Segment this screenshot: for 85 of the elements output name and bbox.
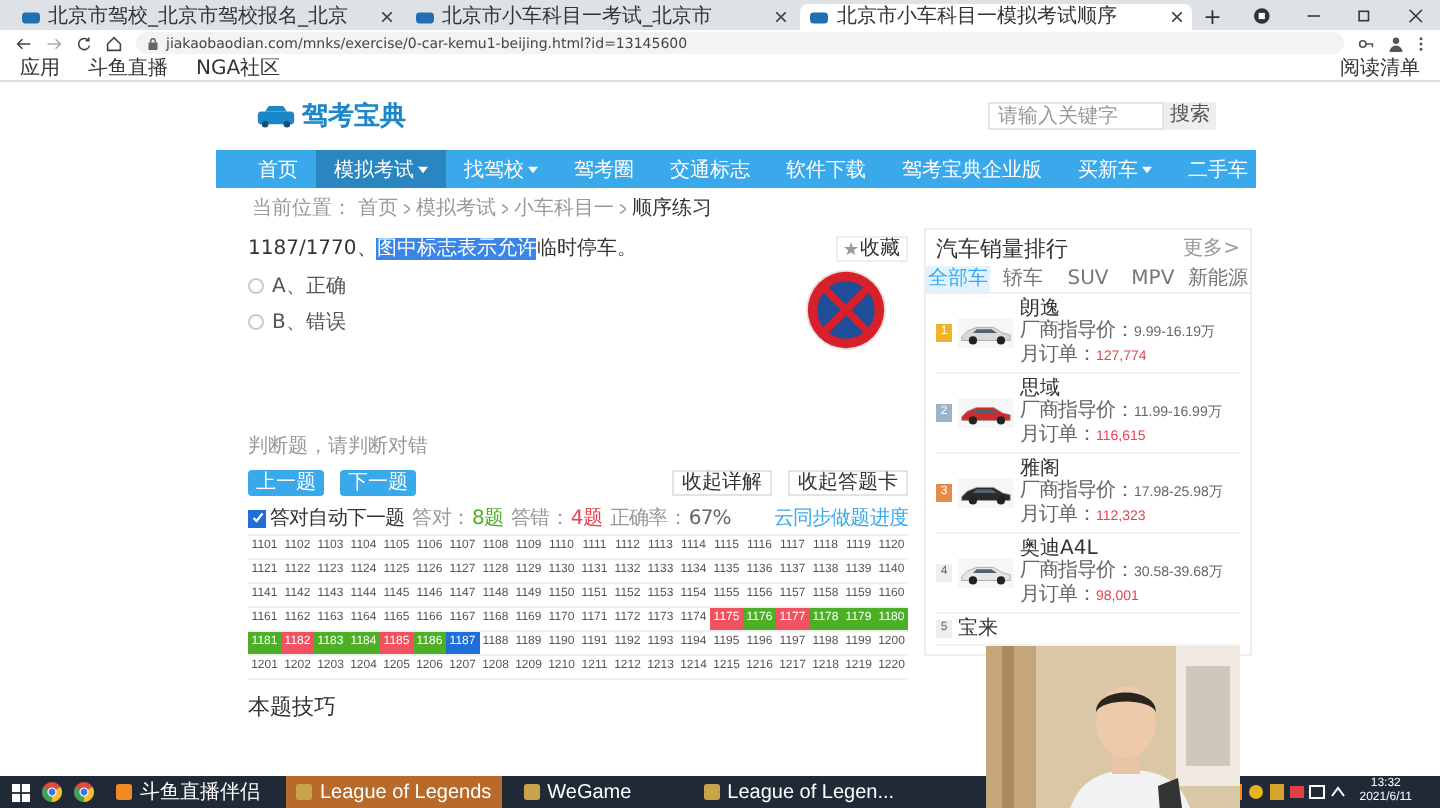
price-label: 厂商指导价：	[1020, 320, 1134, 342]
checkbox[interactable]	[248, 509, 266, 527]
caret-icon	[1142, 165, 1152, 173]
lock-icon	[148, 37, 158, 49]
app-icon	[523, 784, 540, 800]
account-icon[interactable]	[1388, 35, 1404, 51]
car-logo-icon	[256, 105, 296, 127]
caret-icon	[528, 165, 538, 173]
key-icon[interactable]	[1358, 35, 1374, 51]
app-icon	[703, 784, 720, 800]
search-button[interactable]: 搜索	[1164, 102, 1216, 130]
browser-tab[interactable]: 北京市小车科目一考试_北京市	[406, 4, 797, 30]
nav-item[interactable]: 模拟考试	[316, 150, 446, 188]
star-icon	[844, 241, 858, 255]
car-name[interactable]: 宝来	[958, 618, 998, 640]
price-label: 厂商指导价：	[1020, 560, 1134, 582]
stat-label: 答对：	[412, 505, 471, 532]
site-icon	[416, 11, 435, 23]
caret-icon	[418, 165, 428, 173]
menu-icon[interactable]	[1418, 35, 1424, 51]
maximize-icon[interactable]	[1356, 8, 1373, 24]
auto-next-label[interactable]: 答对自动下一题	[270, 504, 405, 532]
car-name[interactable]: 奥迪A4L	[1020, 538, 1223, 560]
car-name[interactable]: 朗逸	[1020, 298, 1215, 320]
radio-button[interactable]	[248, 278, 264, 294]
close-icon[interactable]	[1171, 12, 1182, 22]
panel-title: 汽车销量排行	[936, 233, 1068, 263]
orders-label: 月订单：	[1020, 504, 1096, 526]
taskbar-button[interactable]: League of Legen...	[693, 776, 905, 808]
chevron-icon	[404, 203, 410, 213]
home-icon[interactable]	[106, 35, 122, 51]
favorite-button[interactable]: 收藏	[836, 235, 908, 261]
browser-tab[interactable]: 北京市小车科目一模拟考试顺序	[800, 4, 1192, 30]
option-label[interactable]: A、正确	[272, 272, 346, 300]
bookmark-link[interactable]: 应用	[20, 57, 60, 79]
close-icon[interactable]	[1408, 8, 1425, 24]
right-count: 8题	[472, 506, 504, 532]
close-icon[interactable]	[776, 12, 787, 22]
bookmark-link[interactable]: 斗鱼直播	[88, 57, 168, 79]
category-tab[interactable]: 轿车	[990, 266, 1056, 292]
site-logo[interactable]: 驾考宝典	[302, 98, 406, 134]
site-icon	[810, 11, 829, 23]
bookmark-link[interactable]: NGA社区	[196, 57, 281, 79]
car-name[interactable]: 思域	[1020, 378, 1222, 400]
site-icon	[22, 11, 40, 23]
accuracy-value: 67%	[688, 507, 731, 529]
price-label: 厂商指导价：	[1020, 480, 1134, 502]
option-label[interactable]: B、错误	[272, 308, 346, 336]
category-tab[interactable]: SUV	[1055, 266, 1121, 292]
collapse-answer-card-button[interactable]: 收起答题卡	[788, 469, 908, 495]
close-icon[interactable]	[382, 12, 393, 22]
breadcrumb-link[interactable]: 顺序练习	[632, 194, 712, 222]
orders-label: 月订单：	[1020, 584, 1096, 606]
browser-tab[interactable]: 北京市驾校_北京市驾校报名_北京	[12, 4, 403, 30]
app-icon	[296, 784, 312, 800]
category-tab[interactable]: MPV	[1120, 266, 1186, 292]
chevron-icon	[502, 203, 508, 213]
stat-label: 答错：	[511, 506, 569, 532]
windows-start-icon[interactable]	[12, 783, 30, 801]
stat-label: 正确率：	[609, 505, 687, 532]
radio-button[interactable]	[248, 314, 264, 330]
collapse-details-button[interactable]: 收起详解	[672, 469, 772, 495]
category-tab[interactable]: 新能源	[1185, 266, 1250, 292]
search-field[interactable]: 请输入关键字	[988, 102, 1164, 130]
car-name[interactable]: 雅阁	[1020, 458, 1223, 480]
orders-label: 月订单：	[1020, 424, 1096, 446]
browser-icon[interactable]	[74, 782, 94, 802]
taskbar-button[interactable]: WeGame	[513, 776, 682, 808]
taskbar-button[interactable]: 斗鱼直播伴侣	[106, 776, 274, 808]
no-parking-sign-icon	[804, 268, 888, 352]
question-text: 1187/1770、图中标志表示允许临时停车。	[248, 235, 637, 262]
browser-icon[interactable]	[42, 782, 62, 802]
reading-list-link[interactable]: 阅读清单	[1340, 57, 1420, 79]
wrong-count: 4题	[570, 506, 602, 532]
breadcrumb-label: 当前位置：	[252, 195, 352, 222]
taskbar-button[interactable]: League of Legends	[286, 776, 502, 808]
orders-label: 月订单：	[1020, 344, 1096, 366]
new-tab-button[interactable]: +	[1195, 4, 1230, 30]
app-icon	[116, 784, 132, 800]
hint-text: 判断题，请判断对错	[248, 433, 430, 462]
price-label: 厂商指导价：	[1020, 400, 1134, 422]
section-title: 本题技巧	[248, 692, 338, 722]
back-icon[interactable]	[16, 35, 32, 51]
chevron-icon	[620, 203, 626, 213]
reload-icon[interactable]	[76, 35, 92, 51]
